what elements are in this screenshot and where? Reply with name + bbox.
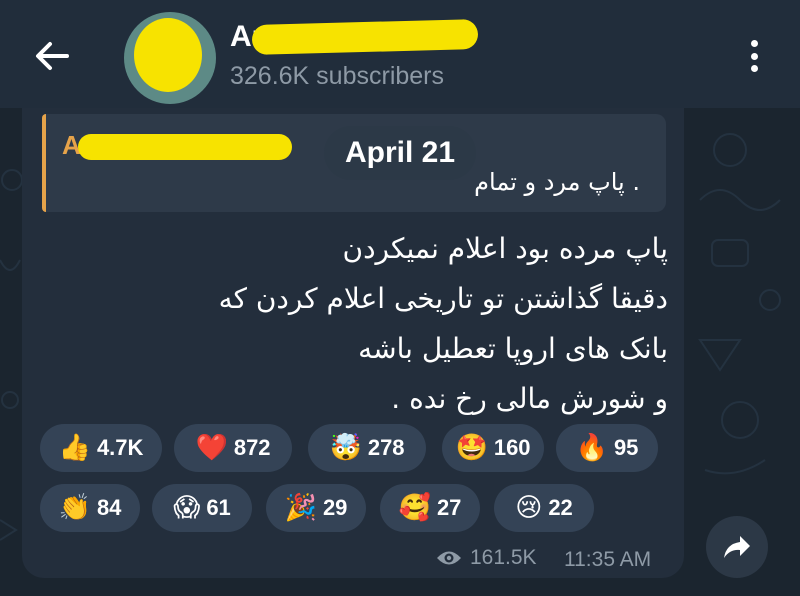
message-line: بانک های اروپا تعطیل باشه bbox=[358, 332, 668, 365]
channel-name-redaction bbox=[251, 19, 479, 55]
share-button[interactable] bbox=[706, 516, 768, 578]
message-line: دقیقا گذاشتن تو تاریخی اعلام کردن که bbox=[218, 282, 668, 315]
reaction-crying[interactable]: 😢 22 bbox=[494, 484, 594, 532]
reaction-clap[interactable]: 👏 84 bbox=[40, 484, 140, 532]
reaction-count: 27 bbox=[436, 495, 462, 520]
heart-icon: ❤️ bbox=[195, 433, 228, 463]
reaction-count: 4.7K bbox=[96, 435, 144, 460]
clap-icon: 👏 bbox=[58, 493, 91, 523]
kebab-menu-icon[interactable] bbox=[738, 36, 770, 76]
party-popper-icon: 🎉 bbox=[284, 493, 317, 523]
reaction-star-struck[interactable]: 🤩 160 bbox=[442, 424, 544, 472]
reaction-scream[interactable]: 😱 61 bbox=[152, 484, 252, 532]
eye-icon bbox=[437, 551, 461, 565]
message-text: پاپ مرده بود اعلام نمیکردن دقیقا گذاشتن … bbox=[50, 224, 668, 424]
message-line: و شورش مالی رخ نده . bbox=[391, 382, 668, 415]
avatar-redaction bbox=[134, 18, 202, 92]
back-button[interactable] bbox=[28, 32, 76, 80]
reaction-smiling-hearts[interactable]: 🥰 27 bbox=[380, 484, 480, 532]
thumbs-up-icon: 👍 bbox=[58, 433, 91, 463]
share-arrow-icon bbox=[724, 536, 750, 558]
reaction-thumbs-up[interactable]: 👍 4.7K bbox=[40, 424, 162, 472]
crying-icon: 😢 bbox=[515, 493, 543, 523]
reaction-count: 160 bbox=[493, 435, 531, 460]
message-time: 11:35 AM bbox=[564, 548, 652, 571]
message-line: پاپ مرده بود اعلام نمیکردن bbox=[342, 232, 669, 265]
subscriber-count: 326.6K subscribers bbox=[230, 62, 445, 90]
reaction-mind-blown[interactable]: 🤯 278 bbox=[308, 424, 426, 472]
view-count-value: 161.5K bbox=[470, 546, 537, 569]
view-count: 161.5K bbox=[436, 546, 537, 570]
reaction-count: 84 bbox=[96, 495, 122, 520]
reaction-fire[interactable]: 🔥 95 bbox=[556, 424, 658, 472]
reaction-count: 29 bbox=[322, 495, 348, 520]
mind-blown-icon: 🤯 bbox=[329, 433, 362, 463]
reaction-count: 278 bbox=[367, 435, 405, 460]
scream-icon: 😱 bbox=[173, 493, 201, 523]
smiling-hearts-icon: 🥰 bbox=[398, 493, 431, 523]
reaction-count: 95 bbox=[613, 435, 639, 460]
reply-author-redaction bbox=[78, 134, 292, 160]
channel-avatar[interactable] bbox=[124, 12, 216, 104]
reaction-count: 22 bbox=[548, 495, 573, 520]
date-separator: April 21 bbox=[324, 126, 476, 180]
arrow-left-icon bbox=[36, 42, 69, 70]
reaction-heart[interactable]: ❤️ 872 bbox=[174, 424, 292, 472]
star-struck-icon: 🤩 bbox=[455, 433, 488, 463]
channel-header: Ar 326.6K subscribers bbox=[0, 0, 800, 108]
reaction-count: 872 bbox=[233, 435, 271, 460]
reaction-count: 61 bbox=[206, 495, 231, 520]
fire-icon: 🔥 bbox=[575, 433, 608, 463]
reaction-party[interactable]: 🎉 29 bbox=[266, 484, 366, 532]
